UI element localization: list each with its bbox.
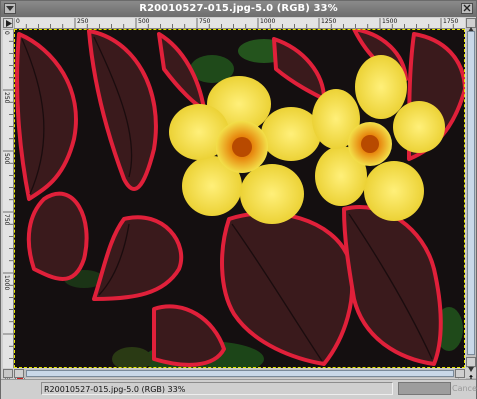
horizontal-ruler[interactable]: 0 250 500 750 1000 1250 1500 1750 — [14, 18, 465, 29]
status-bar: R20010527-015.jpg-5.0 (RGB) 33% Cancel — [1, 379, 477, 399]
scroll-up-button[interactable] — [466, 18, 476, 32]
vertical-scroll-thumb[interactable] — [467, 31, 475, 355]
horizontal-scroll-thumb[interactable] — [26, 370, 454, 377]
ruler-label: 250 — [77, 18, 89, 25]
vertical-scrollbar[interactable] — [466, 18, 476, 372]
close-icon — [463, 4, 471, 12]
quick-mask-off-button[interactable] — [3, 369, 13, 385]
ruler-label: 0 — [3, 31, 10, 35]
horizontal-scrollbar[interactable] — [14, 369, 465, 385]
ruler-label: 500 — [3, 153, 10, 165]
vertical-ruler[interactable]: 0 250 500 750 1000 — [3, 29, 14, 368]
ruler-label: 1750 — [443, 18, 459, 25]
close-button[interactable] — [461, 3, 473, 14]
navigate-button[interactable] — [466, 369, 476, 384]
flower-photo — [14, 29, 465, 368]
ruler-label: 1500 — [382, 18, 398, 25]
image-menu-button[interactable] — [3, 18, 13, 28]
ruler-label: 1250 — [321, 18, 337, 25]
scroll-right-button[interactable] — [455, 369, 465, 385]
scroll-left-button[interactable] — [14, 369, 24, 385]
progress-bar — [398, 382, 451, 395]
ruler-label: 1000 — [3, 275, 10, 291]
image-canvas[interactable] — [14, 29, 465, 368]
ruler-label: 750 — [3, 214, 10, 226]
scroll-down-button[interactable] — [466, 357, 476, 372]
ruler-ticks — [3, 29, 13, 359]
status-text: R20010527-015.jpg-5.0 (RGB) 33% — [41, 382, 393, 395]
title-bar[interactable]: R20010527-015.jpg-5.0 (RGB) 33% — [1, 1, 476, 17]
ruler-label: 250 — [3, 92, 10, 104]
ruler-label: 500 — [138, 18, 150, 25]
ruler-label: 0 — [16, 18, 20, 25]
cancel-button[interactable]: Cancel — [452, 382, 477, 395]
ruler-label: 750 — [199, 18, 211, 25]
image-window: R20010527-015.jpg-5.0 (RGB) 33% 0 250 500 7… — [0, 0, 477, 399]
ruler-label: 1000 — [260, 18, 276, 25]
arrow-right-icon — [6, 20, 12, 27]
window-title: R20010527-015.jpg-5.0 (RGB) 33% — [139, 3, 338, 14]
